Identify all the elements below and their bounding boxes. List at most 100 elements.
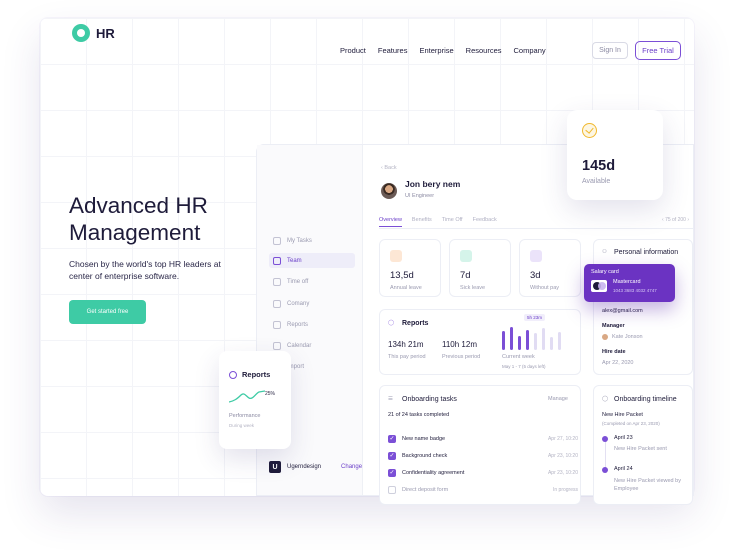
task-name: New name badge (402, 436, 446, 442)
week-bar (518, 336, 521, 350)
stat-card-sick: 7d Sick leave (449, 239, 511, 297)
this-period-label: This pay period (388, 354, 426, 360)
tasks-progress: 21 of 24 tasks completed (388, 412, 450, 418)
timeline-date: April 24 (614, 466, 633, 472)
sign-in-button[interactable]: Sign In (592, 42, 628, 59)
task-row[interactable]: ✓ New name badge Apr 27, 10:20 (388, 432, 578, 446)
reports-widget-title: Reports (242, 370, 271, 379)
pin-icon: ◯ (602, 396, 609, 402)
checkbox-empty-icon[interactable] (388, 486, 396, 494)
sidebar-item-my-tasks[interactable]: My Tasks (269, 233, 355, 248)
checkbox-checked-icon[interactable]: ✓ (388, 435, 396, 443)
tasks-icon (273, 236, 281, 245)
onboarding-title: Onboarding tasks (402, 396, 457, 403)
task-name: Direct deposit form (402, 487, 449, 493)
back-link[interactable]: ‹ Back (381, 165, 397, 171)
manage-link[interactable]: Manage (548, 396, 568, 402)
timeline-title: Onboarding timeline (614, 396, 677, 403)
personal-info-card: ⚇ Personal information alex@gmail.com Ma… (593, 239, 693, 375)
reports-widget: Reports 25% Performance During week (219, 351, 291, 449)
task-date: In progress (552, 487, 578, 493)
manager-label: Manager (602, 323, 625, 329)
available-value: 145d (582, 158, 616, 174)
workspace-name: Ugerndesign (287, 464, 322, 470)
medical-icon (460, 250, 472, 262)
sidebar-item-label: Calendar (287, 342, 312, 349)
calendar-icon (390, 250, 402, 262)
tab-overview[interactable]: Overview (379, 217, 402, 227)
hero-subtitle: Chosen by the world's top HR leaders at … (69, 259, 221, 281)
sidebar-item-team[interactable]: Team (269, 253, 355, 268)
profile-name: Jon bery nem (405, 179, 461, 189)
avatar (381, 183, 397, 199)
sidebar-item-time-off[interactable]: Time off (269, 274, 355, 289)
timeline-text: New Hire Packet viewed by Employee (614, 478, 681, 492)
workspace-switcher: U Ugerndesign Change (269, 461, 362, 473)
week-bar (502, 331, 505, 350)
logo-mark-icon (72, 24, 90, 42)
sidebar-item-label: Comany (287, 300, 310, 307)
salary-card-title: Salary card (591, 269, 619, 275)
building-icon (273, 299, 281, 308)
task-row[interactable]: Direct deposit form In progress (388, 483, 578, 497)
salary-card-popup[interactable]: Salary card Mastercard 1043 3683 4032 47… (584, 264, 675, 302)
hero-title: Advanced HR Management (66, 192, 208, 246)
week-bar (526, 330, 529, 350)
personal-info-title: Personal information (614, 249, 679, 256)
task-name: Background check (402, 453, 448, 459)
week-bar (542, 328, 545, 350)
team-icon (273, 256, 281, 265)
logo[interactable]: HR (72, 24, 115, 42)
available-days-card: 145d Available (567, 110, 663, 200)
timeline-dot (602, 436, 608, 442)
manager-value: Kate Jonson (612, 334, 643, 340)
nav-product[interactable]: Product (340, 46, 366, 55)
timeline-text: New Hire Packet sent (614, 446, 667, 452)
onboarding-tasks-card: ☰ Onboarding tasks Manage 21 of 24 tasks… (379, 385, 581, 505)
tab-time-off[interactable]: Time Off (442, 217, 463, 227)
task-name: Confidentiality agreement (402, 470, 465, 476)
stat-label: Annual leave (390, 285, 422, 291)
email-value: alex@gmail.com (602, 308, 643, 314)
profile-role: UI Engineer (405, 193, 435, 199)
week-bar (558, 332, 561, 350)
previous-period-label: Previous period (442, 354, 481, 360)
tab-feedback[interactable]: Feedback (473, 217, 497, 227)
stat-value: 7d (460, 270, 471, 281)
stat-value: 13,5d (390, 270, 414, 281)
nav-features[interactable]: Features (378, 46, 408, 55)
checkbox-checked-icon[interactable]: ✓ (388, 469, 396, 477)
mastercard-icon (591, 280, 607, 292)
nav-resources[interactable]: Resources (466, 46, 502, 55)
free-trial-button[interactable]: Free Trial (635, 41, 681, 60)
sidebar-item-reports[interactable]: Reports (269, 317, 355, 332)
task-row[interactable]: ✓ Background check Apr 23, 10:20 (388, 449, 578, 463)
hire-date-value: Apr 22, 2020 (602, 360, 634, 366)
pager-label: 75 of 200 (665, 217, 686, 223)
bar-tooltip: 5h 23m (524, 314, 546, 321)
tab-divider (379, 228, 693, 229)
previous-period-value: 110h 12m (442, 340, 477, 349)
no-pay-icon (530, 250, 542, 262)
get-started-button[interactable]: Get started free (69, 300, 146, 324)
hero-title-rest: HR (169, 193, 208, 218)
nav-enterprise[interactable]: Enterprise (419, 46, 453, 55)
timeline-packet-sub: (Completed on Apr 23, 2020) (602, 421, 660, 426)
logo-text: HR (96, 25, 115, 41)
performance-sub: During week (229, 423, 255, 428)
manager-avatar (602, 334, 608, 340)
stat-card-without-pay: 3d Without pay (519, 239, 581, 297)
checkbox-checked-icon[interactable]: ✓ (388, 452, 396, 460)
week-bar (510, 327, 513, 350)
change-workspace-link[interactable]: Change (341, 464, 362, 470)
stat-label: Sick leave (460, 285, 486, 291)
workspace-logo-icon: U (269, 461, 281, 473)
nav-company[interactable]: Company (514, 46, 546, 55)
profile-tabs: Overview Benefits Time Off Feedback (379, 217, 497, 227)
task-row[interactable]: ✓ Confidentiality agreement Apr 23, 10:20 (388, 466, 578, 480)
range-label: May 1 - 7 (5 days left) (502, 364, 546, 369)
pager: ‹ 75 of 200 › (662, 217, 689, 223)
sidebar-item-company[interactable]: Comany (269, 296, 355, 311)
clock-icon (229, 371, 237, 379)
tab-benefits[interactable]: Benefits (412, 217, 432, 227)
